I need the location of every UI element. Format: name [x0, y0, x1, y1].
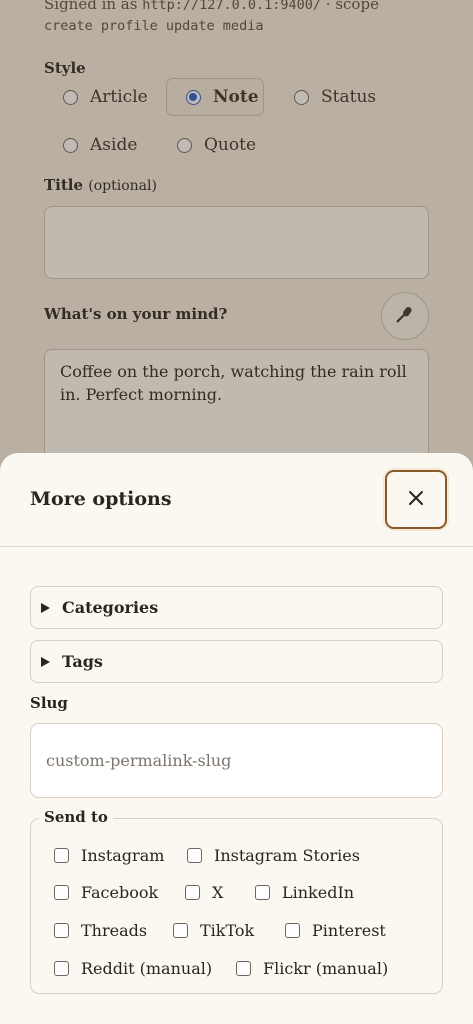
- send-to-facebook[interactable]: Facebook: [54, 883, 158, 902]
- send-to-linkedin[interactable]: LinkedIn: [255, 883, 354, 902]
- checkbox-icon: [285, 923, 300, 938]
- checkbox-icon: [54, 961, 69, 976]
- slug-input[interactable]: [30, 723, 443, 798]
- send-to-instagram[interactable]: Instagram: [54, 846, 164, 865]
- checkbox-icon: [185, 885, 200, 900]
- tags-toggle[interactable]: Tags: [30, 640, 443, 683]
- send-to-threads[interactable]: Threads: [54, 921, 147, 940]
- close-button[interactable]: [385, 470, 447, 529]
- categories-toggle[interactable]: Categories: [30, 586, 443, 629]
- sheet-title: More options: [30, 488, 172, 510]
- send-to-reddit[interactable]: Reddit (manual): [54, 959, 212, 978]
- disclosure-triangle-icon: [41, 602, 50, 613]
- checkbox-icon: [54, 923, 69, 938]
- sheet-divider: [0, 546, 473, 547]
- checkbox-icon: [236, 961, 251, 976]
- send-to-legend: Send to: [39, 808, 113, 826]
- checkbox-icon: [255, 885, 270, 900]
- send-to-pinterest[interactable]: Pinterest: [285, 921, 386, 940]
- checkbox-icon: [173, 923, 188, 938]
- slug-label: Slug: [30, 694, 68, 712]
- more-options-sheet: More options Categories Tags Slug Send t…: [0, 453, 473, 1024]
- send-to-flickr[interactable]: Flickr (manual): [236, 959, 388, 978]
- disclosure-triangle-icon: [41, 656, 50, 667]
- checkbox-icon: [54, 848, 69, 863]
- send-to-x[interactable]: X: [185, 883, 223, 902]
- close-icon: [408, 490, 424, 509]
- checkbox-icon: [187, 848, 202, 863]
- send-to-tiktok[interactable]: TikTok: [173, 921, 254, 940]
- send-to-instagram-stories[interactable]: Instagram Stories: [187, 846, 360, 865]
- checkbox-icon: [54, 885, 69, 900]
